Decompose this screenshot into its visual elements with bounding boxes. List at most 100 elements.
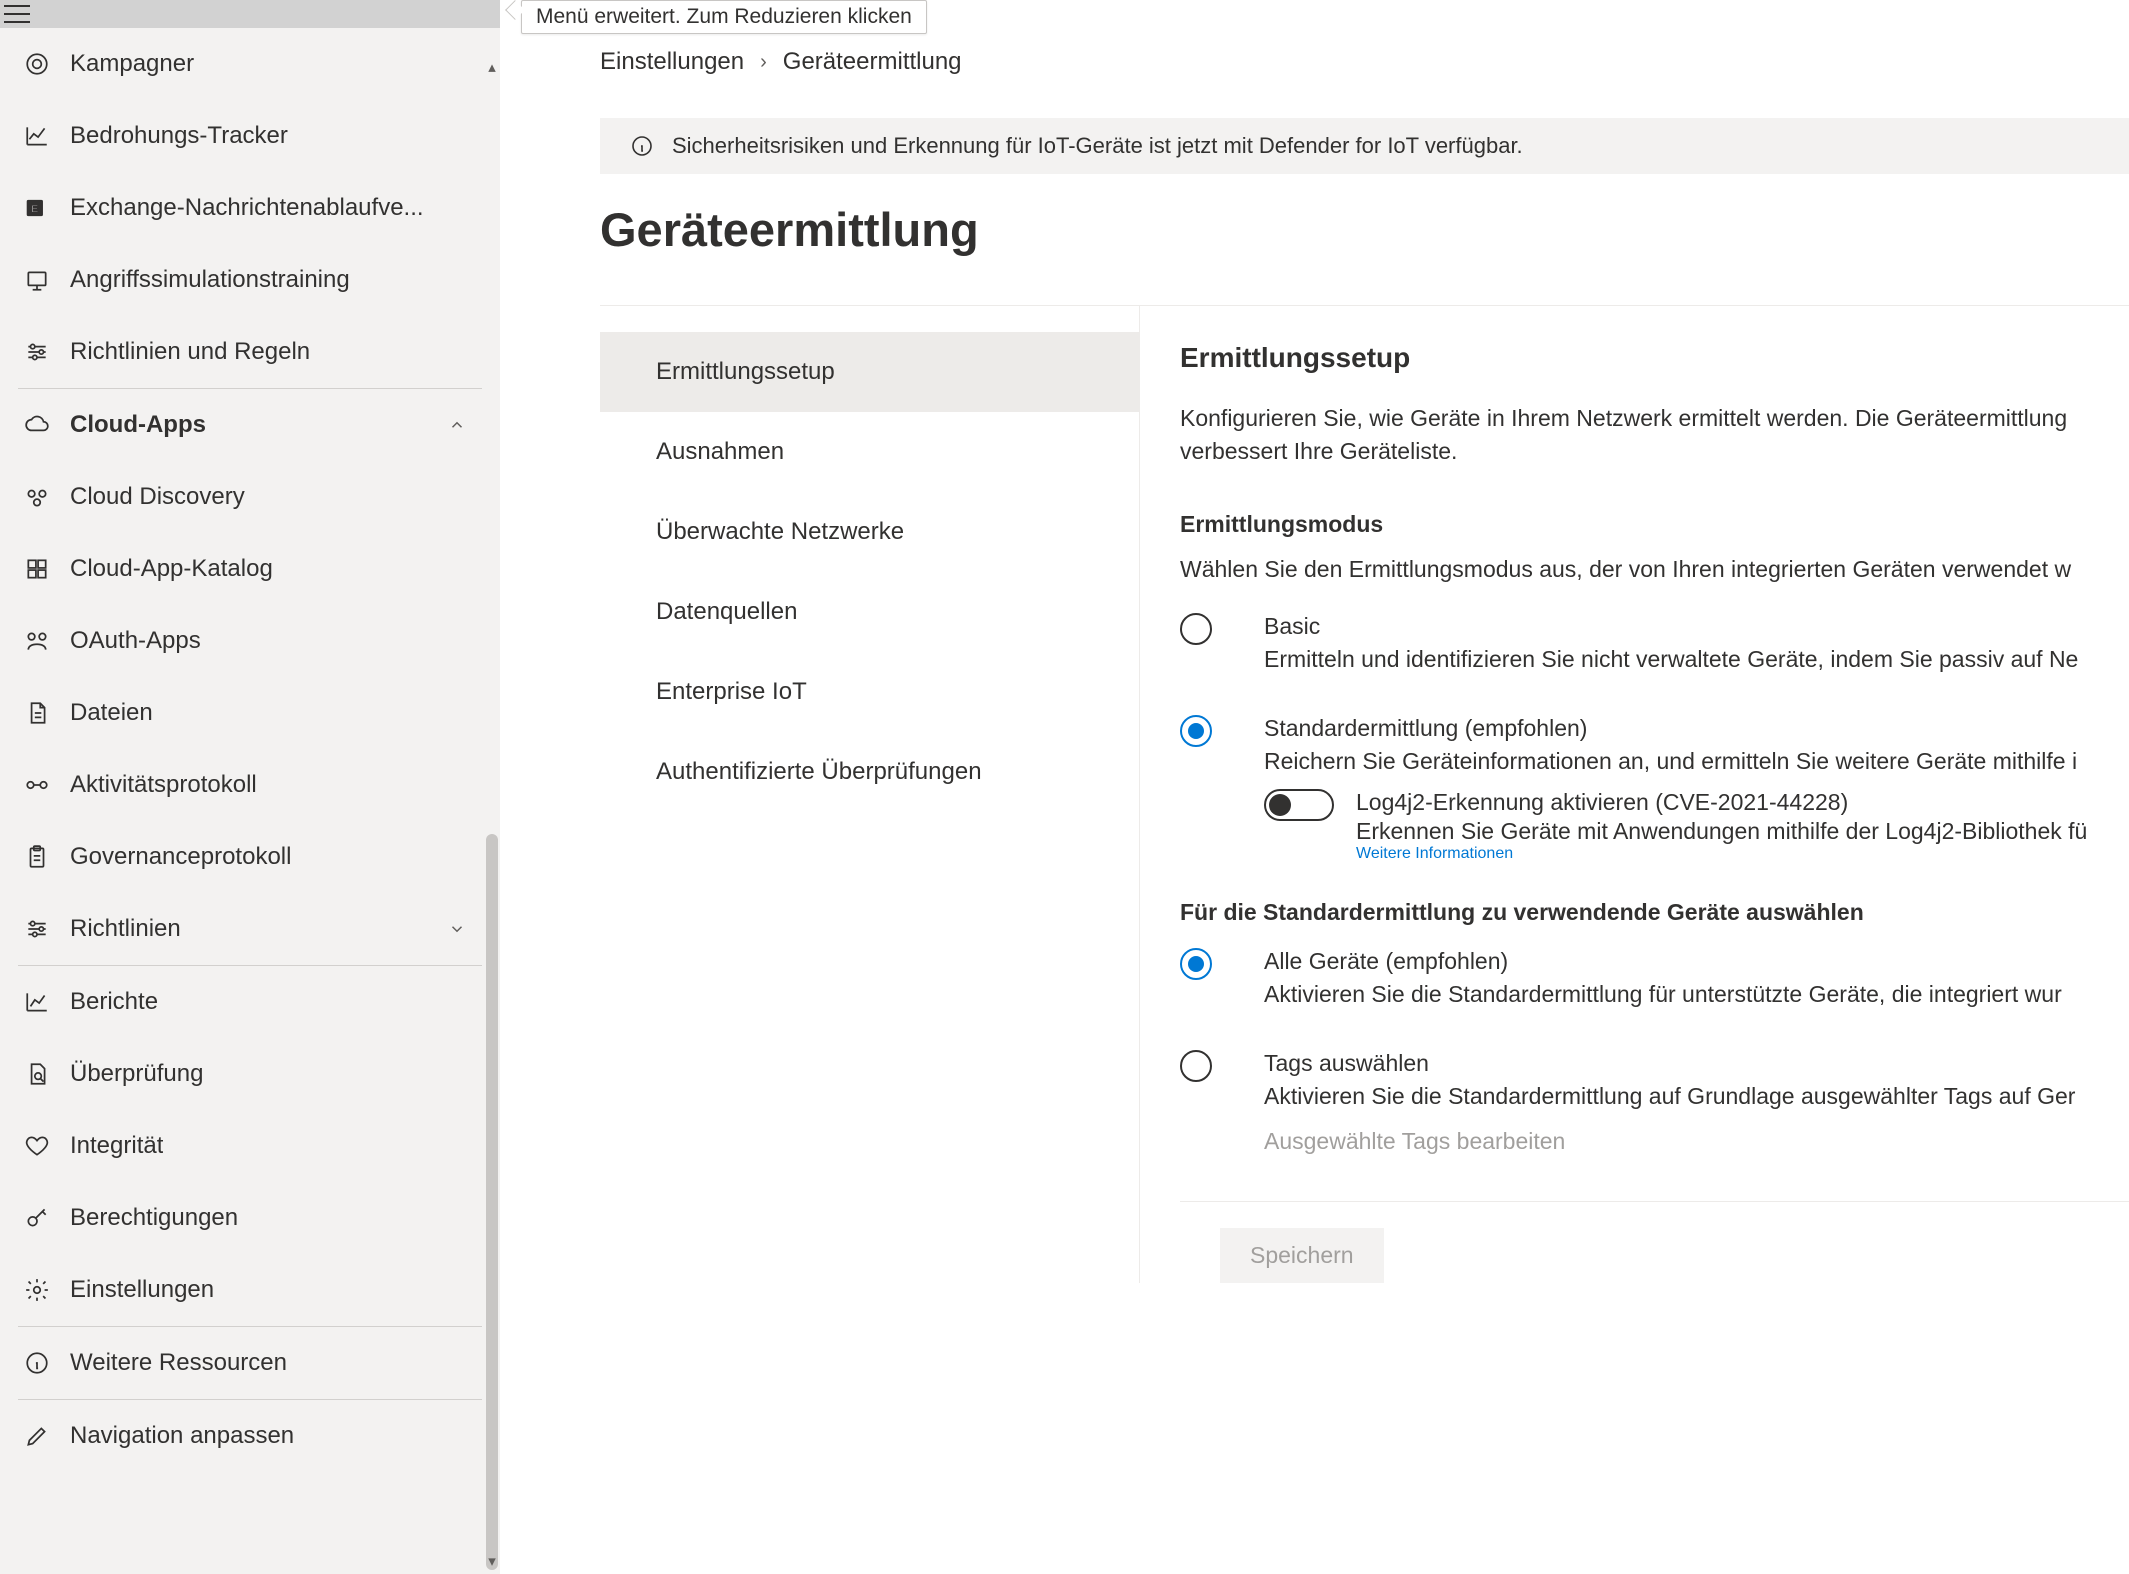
sidebar-item-label: Exchange-Nachrichtenablaufve... [70, 194, 424, 222]
oauth-icon [18, 628, 56, 654]
sidebar-item-governance[interactable]: Governanceprotokoll [0, 821, 500, 893]
radio-standard-title: Standardermittlung (empfohlen) [1264, 715, 2077, 742]
panel-description: Konfigurieren Sie, wie Geräte in Ihrem N… [1180, 402, 2129, 469]
radio-all-desc: Aktivieren Sie die Standardermittlung fü… [1264, 981, 2062, 1008]
scroll-down-arrow-icon[interactable]: ▾ [484, 1552, 500, 1568]
sidebar-item-dateien[interactable]: Dateien [0, 677, 500, 749]
breadcrumb-current: Geräteermittlung [783, 48, 962, 76]
sidebar-item-label: Richtlinien [70, 915, 181, 943]
sliders-icon [18, 916, 56, 942]
activity-icon [18, 772, 56, 798]
chevron-up-icon [448, 416, 466, 434]
sidebar-item-label: Dateien [70, 699, 153, 727]
sidebar-item-label: Integrität [70, 1132, 163, 1160]
radio-tags-desc: Aktivieren Sie die Standardermittlung au… [1264, 1083, 2075, 1110]
sidebar-item-label: Bedrohungs-Tracker [70, 122, 288, 150]
sidebar-item-exchange-flow[interactable]: E Exchange-Nachrichtenablaufve... [0, 172, 500, 244]
sidebar-item-aktivitaetslog[interactable]: Aktivitätsprotokoll [0, 749, 500, 821]
sidebar: Kampagner Bedrohungs-Tracker E Exchange-… [0, 0, 500, 1574]
sidebar-item-label: Navigation anpassen [70, 1422, 294, 1450]
sidebar-item-label: Angriffssimulationstraining [70, 266, 350, 294]
edit-selected-tags-link[interactable]: Ausgewählte Tags bearbeiten [1264, 1128, 2129, 1155]
hamburger-menu-button[interactable] [0, 0, 34, 28]
sidebar-item-label: Einstellungen [70, 1276, 214, 1304]
radio-tags-title: Tags auswählen [1264, 1050, 2075, 1077]
sidebar-item-cloud-discovery[interactable]: Cloud Discovery [0, 461, 500, 533]
info-banner-text: Sicherheitsrisiken und Erkennung für IoT… [672, 133, 1523, 159]
sidebar-item-label: Cloud Discovery [70, 483, 245, 511]
sidebar-item-label: OAuth-Apps [70, 627, 201, 655]
toggle-log4j-desc: Erkennen Sie Geräte mit Anwendungen mith… [1356, 818, 2087, 845]
sidebar-item-integritaet[interactable]: Integrität [0, 1110, 500, 1182]
sidebar-item-berechtigungen[interactable]: Berechtigungen [0, 1182, 500, 1254]
radio-select-tags[interactable] [1180, 1050, 1212, 1082]
scrollbar-thumb[interactable] [486, 834, 498, 1570]
breadcrumb: Einstellungen › Geräteermittlung [600, 48, 2129, 76]
sidebar-item-navigation-anpassen[interactable]: Navigation anpassen [0, 1400, 500, 1472]
hamburger-icon [4, 5, 30, 23]
sidebar-item-label: Weitere Ressourcen [70, 1349, 287, 1377]
sidebar-group-cloud-apps[interactable]: Cloud-Apps [0, 389, 500, 461]
tab-ueberwachte-netzwerke[interactable]: Überwachte Netzwerke [600, 492, 1139, 572]
scroll-up-arrow-icon[interactable]: ▴ [484, 58, 500, 74]
sidebar-item-oauth-apps[interactable]: OAuth-Apps [0, 605, 500, 677]
info-icon [630, 134, 654, 158]
tab-enterprise-iot[interactable]: Enterprise IoT [600, 652, 1139, 732]
sidebar-item-richtlinien-regeln[interactable]: Richtlinien und Regeln [0, 316, 500, 388]
save-button[interactable]: Speichern [1220, 1228, 1384, 1283]
discovery-icon [18, 484, 56, 510]
sidebar-item-weitere-ressourcen[interactable]: Weitere Ressourcen [0, 1327, 500, 1399]
info-icon [18, 1350, 56, 1376]
reports-icon [18, 989, 56, 1015]
grid-icon [18, 556, 56, 582]
gear-icon [18, 1277, 56, 1303]
file-icon [18, 700, 56, 726]
exchange-icon: E [18, 195, 56, 221]
settings-tab-list: Ermittlungssetup Ausnahmen Überwachte Ne… [600, 306, 1140, 1283]
link-more-info[interactable]: Weitere Informationen [1356, 845, 2087, 863]
key-icon [18, 1205, 56, 1231]
page-title: Geräteermittlung [600, 202, 2129, 257]
sidebar-item-angriffssimulation[interactable]: Angriffssimulationstraining [0, 244, 500, 316]
sidebar-scrollbar[interactable]: ▴ ▾ [484, 28, 500, 1574]
sidebar-item-einstellungen[interactable]: Einstellungen [0, 1254, 500, 1326]
sidebar-item-bedrohungs-tracker[interactable]: Bedrohungs-Tracker [0, 100, 500, 172]
review-icon [18, 1061, 56, 1087]
heart-icon [18, 1133, 56, 1159]
sidebar-item-ueberpruefung[interactable]: Überprüfung [0, 1038, 500, 1110]
edit-icon [18, 1423, 56, 1449]
tab-ermittlungssetup[interactable]: Ermittlungssetup [600, 332, 1139, 412]
chevron-down-icon [448, 920, 466, 938]
tab-auth-ueberpruefungen[interactable]: Authentifizierte Überprüfungen [600, 732, 1139, 812]
menu-expanded-tooltip: Menü erweitert. Zum Reduzieren klicken [521, 0, 927, 34]
radio-basic-desc: Ermitteln und identifizieren Sie nicht v… [1264, 646, 2078, 673]
mode-heading: Ermittlungsmodus [1180, 511, 2129, 538]
tab-ausnahmen[interactable]: Ausnahmen [600, 412, 1139, 492]
radio-basic-title: Basic [1264, 613, 2078, 640]
sidebar-item-label: Berechtigungen [70, 1204, 238, 1232]
sidebar-item-label: Cloud-Apps [70, 411, 206, 439]
radio-standard-desc: Reichern Sie Geräteinformationen an, und… [1264, 748, 2077, 775]
toggle-log4j[interactable] [1264, 789, 1334, 821]
target-icon [18, 51, 56, 77]
radio-standard[interactable] [1180, 715, 1212, 747]
sidebar-item-policies[interactable]: Richtlinien [0, 893, 500, 965]
chevron-right-icon: › [760, 51, 767, 74]
panel-heading: Ermittlungssetup [1180, 342, 2129, 374]
breadcrumb-settings[interactable]: Einstellungen [600, 48, 744, 76]
sidebar-item-kampagner[interactable]: Kampagner [0, 28, 500, 100]
training-icon [18, 267, 56, 293]
main-content: Einstellungen › Geräteermittlung Sicherh… [500, 0, 2129, 1574]
tab-datenquellen[interactable]: Datenquellen [600, 572, 1139, 652]
radio-all-devices[interactable] [1180, 948, 1212, 980]
info-banner: Sicherheitsrisiken und Erkennung für IoT… [600, 118, 2129, 174]
cloud-icon [18, 412, 56, 438]
clipboard-icon [18, 844, 56, 870]
sidebar-item-berichte[interactable]: Berichte [0, 966, 500, 1038]
radio-basic[interactable] [1180, 613, 1212, 645]
settings-panel: Ermittlungssetup Konfigurieren Sie, wie … [1140, 306, 2129, 1283]
sliders-icon [18, 339, 56, 365]
sidebar-item-cloud-app-katalog[interactable]: Cloud-App-Katalog [0, 533, 500, 605]
chart-line-icon [18, 123, 56, 149]
devices-heading: Für die Standardermittlung zu verwendend… [1180, 899, 2129, 926]
